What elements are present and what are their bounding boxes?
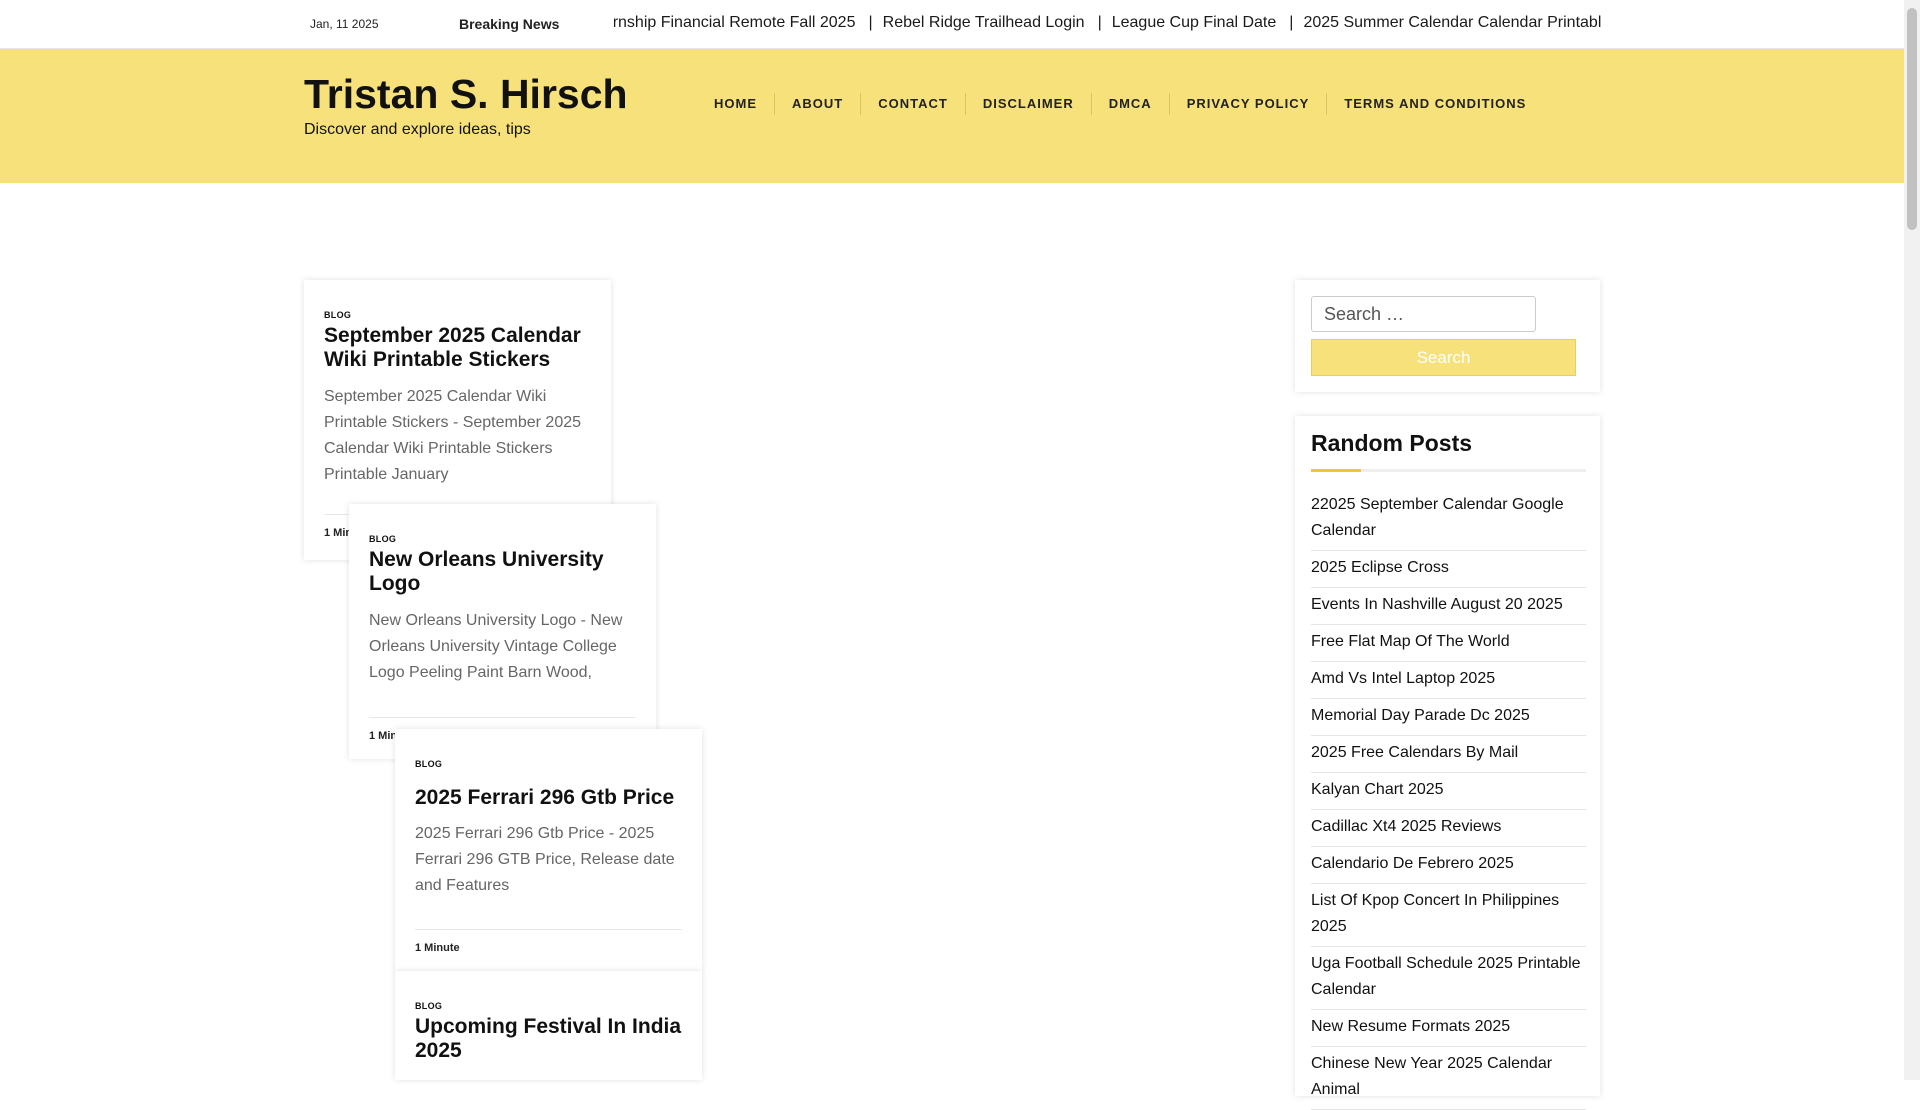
random-post-link[interactable]: Uga Football Schedule 2025 Printable Cal… [1311,947,1586,1010]
nav-terms-and-conditions[interactable]: TERMS AND CONDITIONS [1327,93,1543,115]
random-posts-list: 22025 September Calendar Google Calendar… [1311,488,1586,1110]
main-nav: HOME ABOUT CONTACT DISCLAIMER DMCA PRIVA… [697,93,1543,115]
nav-contact[interactable]: CONTACT [861,93,966,115]
post-category[interactable]: BLOG [369,534,396,544]
news-ticker: Internship Financial Remote Fall 2025 | Re… [614,14,1601,36]
post-card: BLOG Upcoming Festival In India 2025 [395,971,702,1080]
random-posts-widget: Random Posts 22025 September Calendar Go… [1295,416,1600,1110]
post-title[interactable]: New Orleans University Logo [369,548,639,596]
ticker-track: Internship Financial Remote Fall 2025 | Re… [614,14,1601,32]
ticker-separator: | [868,14,873,31]
post-category[interactable]: BLOG [415,759,442,769]
ticker-link[interactable]: League Cup Final Date [1112,14,1277,31]
scrollbar-thumb[interactable] [1907,8,1917,230]
nav-about[interactable]: ABOUT [775,93,862,115]
nav-disclaimer[interactable]: DISCLAIMER [966,93,1092,115]
random-post-link[interactable]: Events In Nashville August 20 2025 [1311,588,1586,625]
page-scrollbar[interactable] [1904,0,1920,1080]
search-widget: Search [1295,280,1600,392]
random-post-link[interactable]: 22025 September Calendar Google Calendar [1311,488,1586,551]
ticker-separator: | [1289,14,1294,31]
random-posts-title: Random Posts [1311,430,1473,456]
random-post-link[interactable]: Calendario De Febrero 2025 [1311,847,1586,884]
random-post-link[interactable]: Kalyan Chart 2025 [1311,773,1586,810]
random-post-link[interactable]: Chinese New Year 2025 Calendar Animal [1311,1047,1586,1110]
title-underline [1311,469,1586,472]
random-post-link[interactable]: 2025 Eclipse Cross [1311,551,1586,588]
ticker-link[interactable]: Internship Financial Remote Fall 2025 [614,14,855,31]
random-post-link[interactable]: Amd Vs Intel Laptop 2025 [1311,662,1586,699]
post-title[interactable]: 2025 Ferrari 296 Gtb Price [415,786,685,810]
ticker-link[interactable]: 2025 Summer Calendar Calendar Printable [1303,14,1601,31]
top-bar: Jan, 11 2025 Breaking News Internship Fi… [0,0,1904,49]
random-post-link[interactable]: Memorial Day Parade Dc 2025 [1311,699,1586,736]
random-post-link[interactable]: List Of Kpop Concert In Philippines 2025 [1311,884,1586,947]
post-category[interactable]: BLOG [324,310,351,320]
breaking-news-label: Breaking News [459,16,560,32]
post-title[interactable]: September 2025 Calendar Wiki Printable S… [324,324,594,372]
post-title[interactable]: Upcoming Festival In India 2025 [415,1015,685,1063]
current-date: Jan, 11 2025 [310,17,379,31]
site-header: Tristan S. Hirsch Discover and explore i… [0,49,1904,183]
search-input[interactable] [1311,296,1536,332]
nav-home[interactable]: HOME [697,93,775,115]
post-card: BLOG 2025 Ferrari 296 Gtb Price 2025 Fer… [395,729,702,972]
random-post-link[interactable]: Cadillac Xt4 2025 Reviews [1311,810,1586,847]
post-reading-time: 1 Minute [415,929,682,954]
random-post-link[interactable]: New Resume Formats 2025 [1311,1010,1586,1047]
title-underline-accent [1311,469,1361,472]
ticker-separator: | [1097,14,1102,31]
ticker-link[interactable]: Rebel Ridge Trailhead Login [883,14,1085,31]
random-post-link[interactable]: 2025 Free Calendars By Mail [1311,736,1586,773]
post-excerpt: New Orleans University Logo - New Orlean… [369,612,623,681]
search-button[interactable]: Search [1311,339,1576,376]
site-tagline: Discover and explore ideas, tips [304,121,531,138]
nav-privacy-policy[interactable]: PRIVACY POLICY [1170,93,1328,115]
nav-dmca[interactable]: DMCA [1092,93,1170,115]
post-excerpt: 2025 Ferrari 296 Gtb Price - 2025 Ferrar… [415,825,675,894]
site-title[interactable]: Tristan S. Hirsch [304,71,628,118]
post-category[interactable]: BLOG [415,1001,442,1011]
post-excerpt: September 2025 Calendar Wiki Printable S… [324,388,582,483]
post-card: BLOG New Orleans University Logo New Orl… [349,504,656,759]
random-post-link[interactable]: Free Flat Map Of The World [1311,625,1586,662]
